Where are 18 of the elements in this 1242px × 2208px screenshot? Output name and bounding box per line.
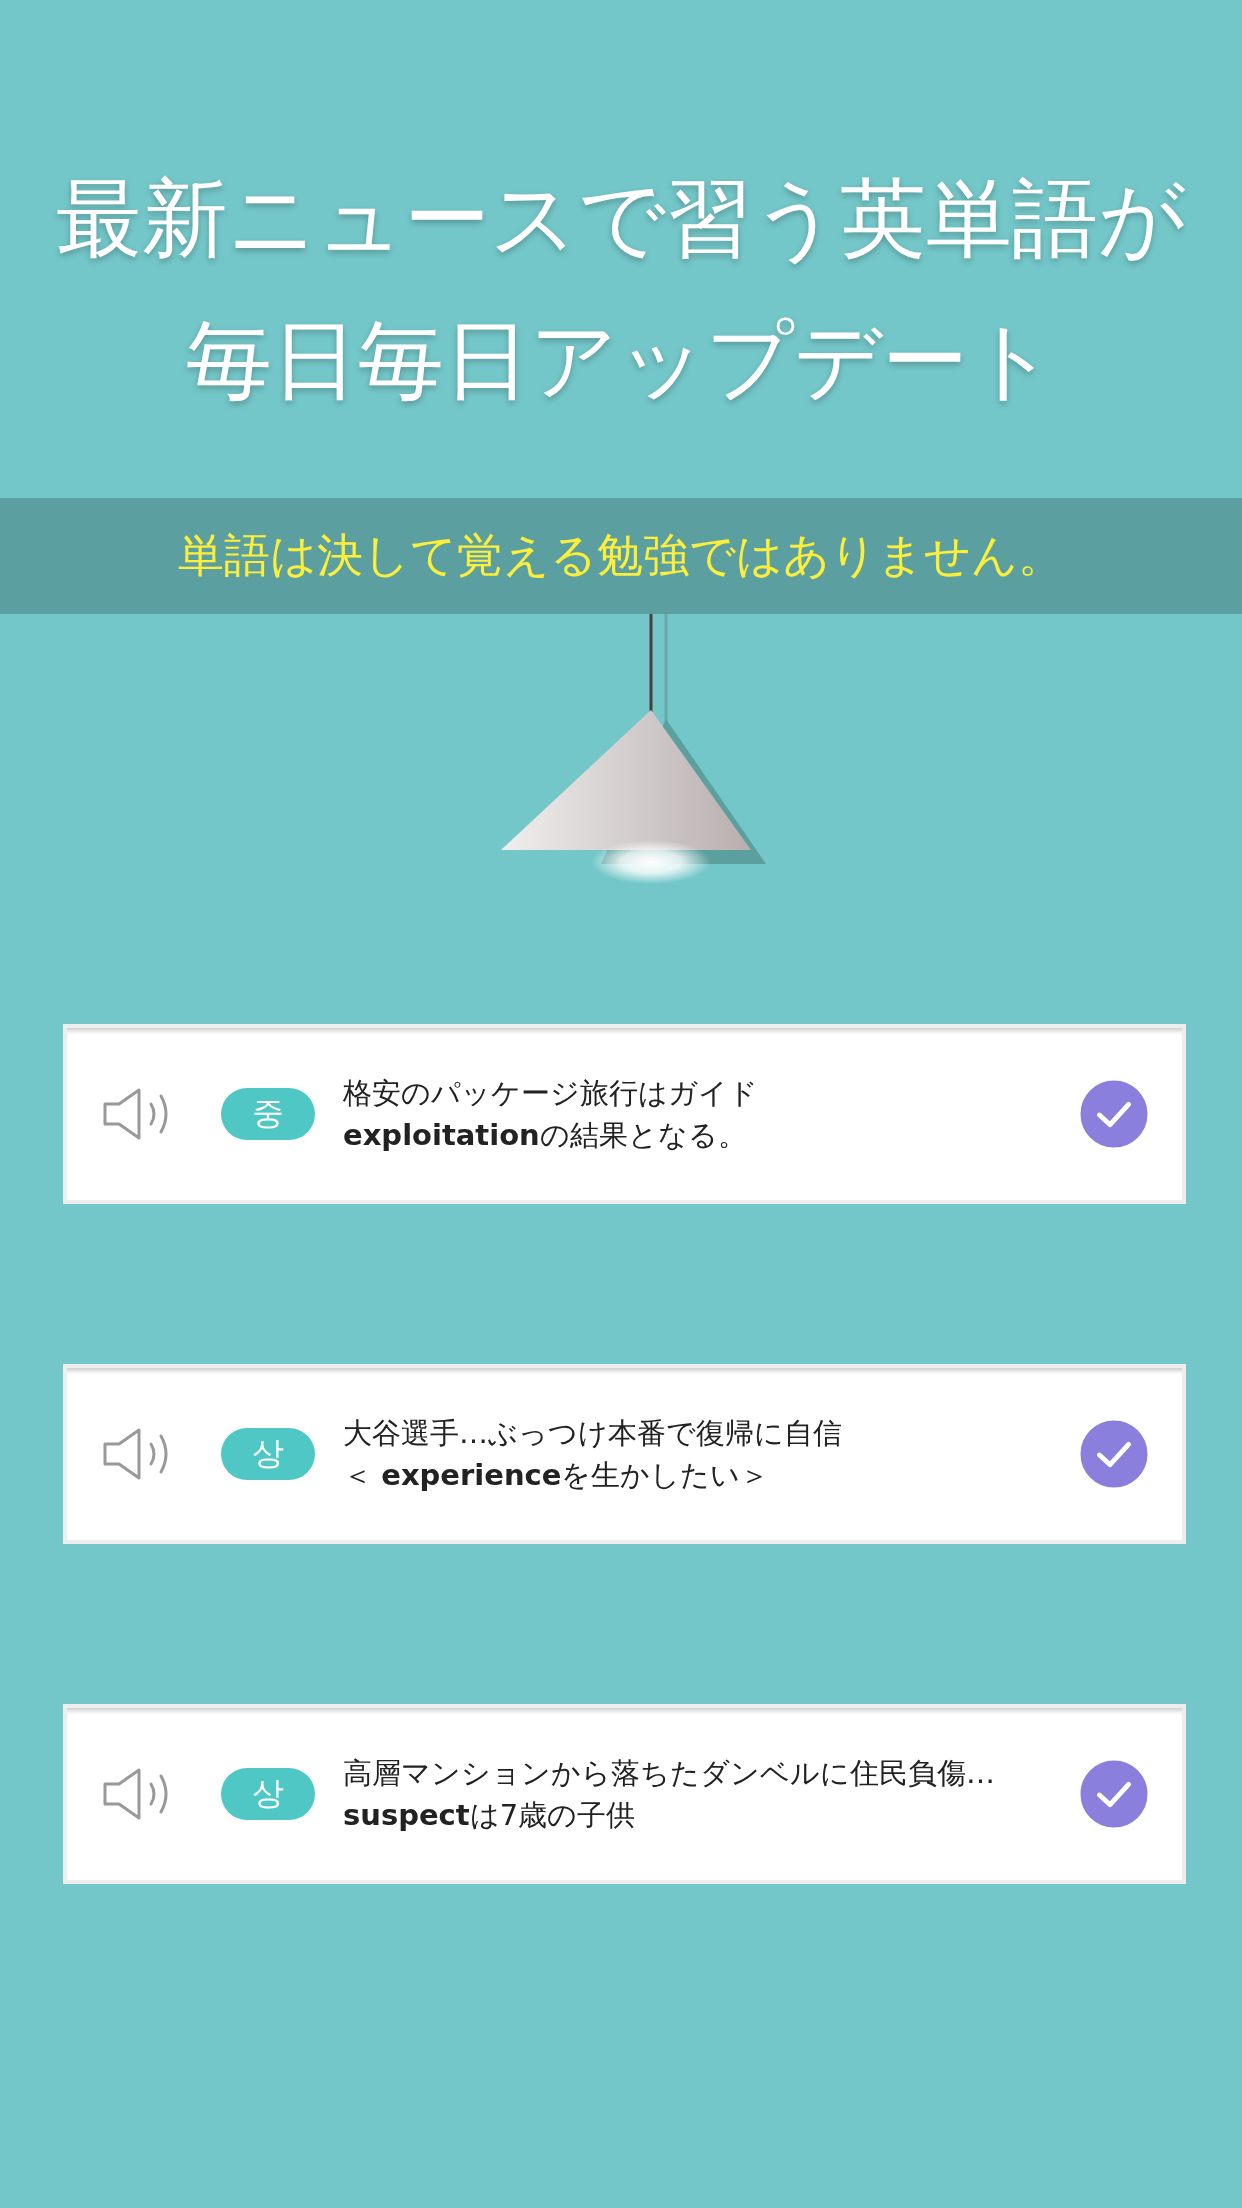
news-card[interactable]: 중 格安のパッケージ旅行はガイド exploitationの結果となる。	[63, 1024, 1186, 1204]
sentence: ＜ experienceを生かしたい＞	[343, 1457, 771, 1494]
sentence: exploitationの結果となる。	[343, 1117, 748, 1154]
headline: 毎日毎日アップデート	[186, 309, 1056, 412]
check-icon[interactable]	[1080, 1420, 1148, 1488]
news-card[interactable]: 상 大谷選手…ぶっつけ本番で復帰に自信 ＜ experienceを生かしたい＞	[63, 1364, 1186, 1544]
banner-text: 単語は決して覚える勉強ではありません。	[178, 527, 1064, 584]
sentence: 格安のパッケージ旅行はガイド	[343, 1075, 759, 1112]
sentence: 大谷選手…ぶっつけ本番で復帰に自信	[343, 1415, 843, 1452]
check-icon[interactable]	[1080, 1080, 1148, 1148]
sentence: suspectは7歳の子供	[343, 1797, 637, 1834]
sentence: 高層マンションから落ちたダンベルに住民負傷…	[343, 1755, 996, 1792]
level-badge: 중	[221, 1088, 315, 1140]
level-badge: 상	[221, 1428, 315, 1480]
headline: 最新ニュースで習う英単語が	[56, 167, 1186, 270]
check-icon[interactable]	[1080, 1760, 1148, 1828]
news-card[interactable]: 상 高層マンションから落ちたダンベルに住民負傷… suspectは7歳の子供	[63, 1704, 1186, 1884]
level-badge: 상	[221, 1768, 315, 1820]
